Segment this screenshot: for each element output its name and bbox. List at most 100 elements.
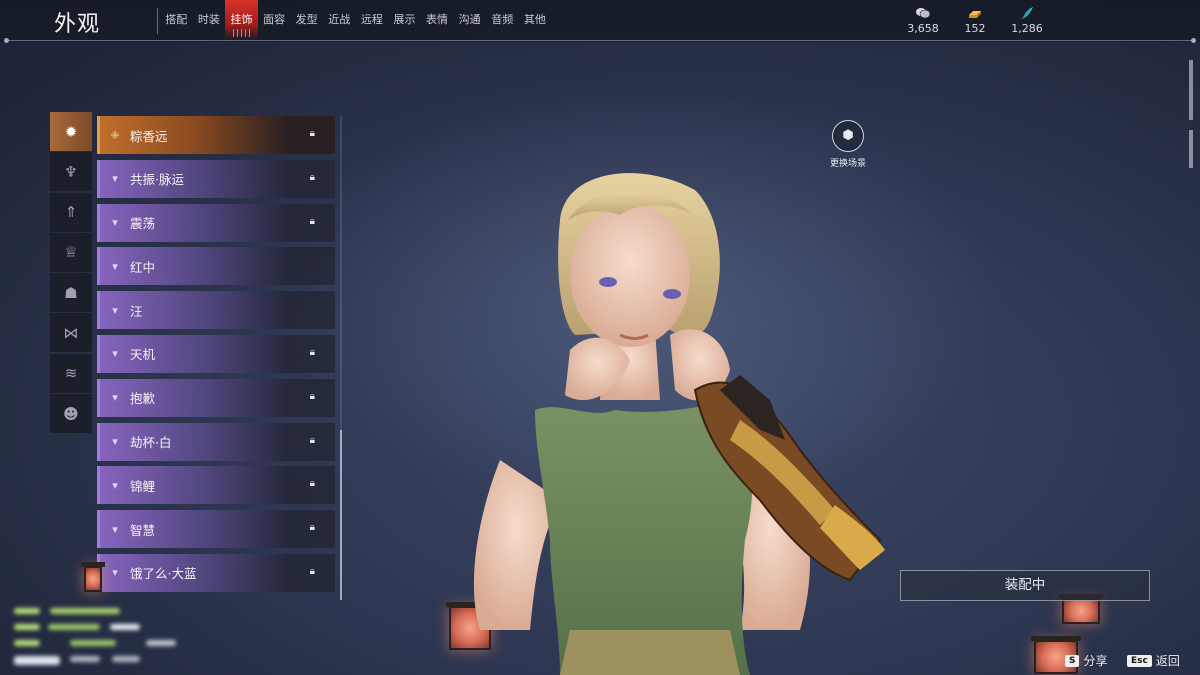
item-name: 锦鲤 bbox=[130, 478, 156, 494]
item-name: 天机 bbox=[130, 347, 156, 363]
accessory-list: ⁜ 粽香远 🔒︎ ▾ 共振·脉运 🔒︎ ▾ 震荡 🔒︎ ▾ 红中 ▾ 汪 ▾ 天… bbox=[97, 116, 335, 598]
back-button[interactable]: Esc 返回 bbox=[1127, 652, 1180, 669]
item-name: 共振·脉运 bbox=[130, 172, 184, 188]
lock-icon: 🔒︎ bbox=[309, 434, 315, 446]
rarity-icon: ▾ bbox=[112, 216, 118, 230]
tab-hairstyle[interactable]: 发型 bbox=[290, 0, 323, 40]
character-model bbox=[473, 173, 885, 675]
category-slot-head[interactable]: ✹ bbox=[50, 112, 92, 151]
right-edge-scrollbar-lower[interactable] bbox=[1189, 130, 1193, 168]
list-item[interactable]: ▾ 汪 bbox=[97, 291, 335, 330]
share-button[interactable]: S 分享 bbox=[1065, 652, 1108, 669]
rarity-icon: ▾ bbox=[112, 347, 118, 361]
currency-gold: 152 bbox=[945, 6, 1005, 35]
tab-other[interactable]: 其他 bbox=[519, 0, 552, 40]
right-edge-scrollbar[interactable] bbox=[1189, 60, 1193, 120]
category-slot-back[interactable]: ⇑ bbox=[50, 192, 92, 232]
header-divider bbox=[4, 38, 1196, 43]
wings-icon: ≋ bbox=[64, 364, 78, 383]
rarity-icon: ▾ bbox=[112, 172, 118, 186]
rarity-icon: ▾ bbox=[112, 522, 118, 536]
bow-tie-icon: ⋈ bbox=[63, 323, 79, 342]
category-slot-neck[interactable]: ♆ bbox=[50, 152, 92, 192]
lock-icon: 🔒︎ bbox=[309, 215, 315, 227]
tab-melee[interactable]: 近战 bbox=[323, 0, 356, 40]
list-item[interactable]: ▾ 震荡 🔒︎ bbox=[97, 203, 335, 242]
tab-accessories[interactable]: 挂饰 bbox=[225, 0, 258, 40]
coin-stack-icon bbox=[893, 6, 953, 20]
cube-icon: ⬢ bbox=[832, 120, 864, 152]
category-slot-bow[interactable]: ⋈ bbox=[50, 313, 92, 353]
rarity-icon: ⁜ bbox=[110, 128, 120, 142]
category-slot-wings[interactable]: ≋ bbox=[50, 353, 92, 393]
rarity-icon: ▾ bbox=[112, 566, 118, 580]
rarity-icon: ▾ bbox=[112, 303, 118, 317]
lock-icon: 🔒︎ bbox=[309, 478, 315, 490]
share-label: 分享 bbox=[1083, 654, 1108, 668]
currency-coins: 3,658 bbox=[893, 6, 953, 35]
tab-ranged[interactable]: 远程 bbox=[356, 0, 389, 40]
item-name: 劫杯·白 bbox=[130, 435, 172, 451]
list-item[interactable]: ▾ 共振·脉运 🔒︎ bbox=[97, 159, 335, 198]
lock-icon: 🔒︎ bbox=[309, 128, 315, 139]
coin-amount: 3,658 bbox=[907, 22, 939, 35]
rarity-icon: ▾ bbox=[112, 478, 118, 492]
demon-mask-icon: ☻ bbox=[63, 404, 79, 423]
list-item[interactable]: ▾ 劫杯·白 🔒︎ bbox=[97, 422, 335, 461]
list-item[interactable]: ⁜ 粽香远 🔒︎ bbox=[97, 116, 335, 154]
gold-amount: 152 bbox=[964, 22, 986, 35]
item-name: 汪 bbox=[130, 303, 143, 319]
tab-display[interactable]: 展示 bbox=[388, 0, 421, 40]
rarity-icon: ▾ bbox=[112, 259, 118, 273]
lock-icon: 🔒︎ bbox=[309, 346, 315, 358]
rarity-icon: ▾ bbox=[112, 435, 118, 449]
currency-feather: 1,286 bbox=[997, 6, 1057, 35]
rarity-icon: ▾ bbox=[112, 391, 118, 405]
top-bar: 外观 搭配 时装 挂饰 面容 发型 近战 远程 展示 表情 沟通 音频 其他 3… bbox=[0, 0, 1200, 43]
list-item[interactable]: ▾ 饿了么·大蓝 🔒︎ bbox=[97, 553, 335, 592]
lock-icon: 🔒︎ bbox=[309, 565, 315, 577]
tab-audio[interactable]: 音频 bbox=[486, 0, 519, 40]
item-name: 粽香远 bbox=[130, 128, 168, 144]
cloak-icon: ☗ bbox=[64, 283, 78, 302]
category-tabs: 搭配 时装 挂饰 面容 发型 近战 远程 展示 表情 沟通 音频 其他 bbox=[160, 0, 551, 40]
tab-face[interactable]: 面容 bbox=[258, 0, 291, 40]
tab-fashion[interactable]: 时装 bbox=[193, 0, 226, 40]
title-divider bbox=[157, 8, 158, 34]
item-name: 震荡 bbox=[130, 216, 156, 232]
lock-icon: 🔒︎ bbox=[309, 390, 315, 402]
crown-band-icon: ♕ bbox=[64, 243, 78, 262]
equip-button[interactable]: 装配中 bbox=[900, 570, 1150, 601]
back-hotkey: Esc bbox=[1127, 654, 1152, 667]
page-title: 外观 bbox=[54, 12, 101, 37]
tab-communication[interactable]: 沟通 bbox=[453, 0, 486, 40]
list-item[interactable]: ▾ 锦鲤 🔒︎ bbox=[97, 466, 335, 505]
list-item[interactable]: ▾ 智慧 🔒︎ bbox=[97, 510, 335, 549]
lantern-decoration bbox=[1059, 594, 1103, 624]
lock-icon: 🔒︎ bbox=[309, 522, 315, 534]
share-hotkey: S bbox=[1065, 654, 1080, 667]
gold-bar-icon bbox=[945, 6, 1005, 20]
list-scrollbar-thumb[interactable] bbox=[340, 430, 342, 600]
lock-icon: 🔒︎ bbox=[309, 171, 315, 183]
item-name: 智慧 bbox=[130, 522, 156, 538]
item-name: 红中 bbox=[130, 259, 156, 275]
list-item[interactable]: ▾ 红中 bbox=[97, 247, 335, 286]
item-name: 饿了么·大蓝 bbox=[130, 566, 197, 582]
list-item[interactable]: ▾ 天机 🔒︎ bbox=[97, 334, 335, 373]
category-slot-cloak[interactable]: ☗ bbox=[50, 273, 92, 313]
spear-emblem-icon: ⇑ bbox=[64, 203, 78, 222]
tab-emotes[interactable]: 表情 bbox=[421, 0, 454, 40]
item-name: 抱歉 bbox=[130, 391, 156, 407]
feather-icon bbox=[997, 6, 1057, 20]
lantern-decoration bbox=[81, 562, 105, 592]
category-slot-face[interactable]: ☻ bbox=[50, 394, 92, 434]
category-slot-waist[interactable]: ♕ bbox=[50, 232, 92, 272]
tab-outfit-set[interactable]: 搭配 bbox=[160, 0, 193, 40]
accessory-category-column: ✹ ♆ ⇑ ♕ ☗ ⋈ ≋ ☻ bbox=[50, 112, 92, 434]
feather-amount: 1,286 bbox=[1011, 22, 1043, 35]
back-label: 返回 bbox=[1155, 654, 1180, 668]
pendant-icon: ♆ bbox=[64, 162, 78, 181]
list-item[interactable]: ▾ 抱歉 🔒︎ bbox=[97, 378, 335, 417]
spiky-mask-icon: ✹ bbox=[64, 122, 78, 141]
